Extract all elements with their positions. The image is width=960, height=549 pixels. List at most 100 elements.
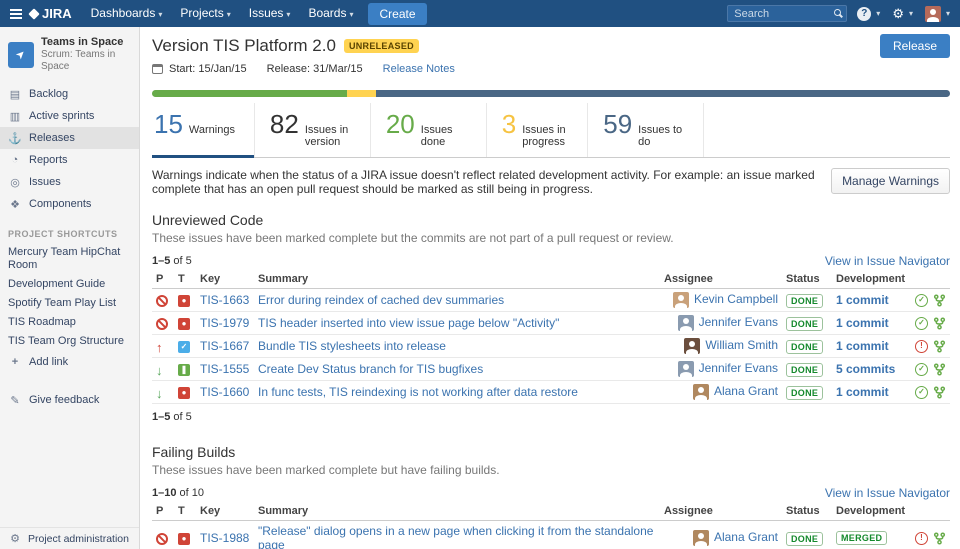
dev-commits-link[interactable]: 1 commit: [836, 339, 889, 353]
table-row[interactable]: TIS-1988 "Release" dialog opens in a new…: [152, 521, 950, 549]
create-button[interactable]: Create: [368, 3, 426, 25]
issues-done-label: Issues done: [421, 124, 471, 148]
assignee-avatar: [693, 530, 709, 546]
menu-projects[interactable]: Projects▾: [171, 0, 239, 28]
menu-boards[interactable]: Boards▾: [299, 0, 362, 28]
dev-commits-link[interactable]: 1 commit: [836, 385, 889, 399]
issue-summary-link[interactable]: Bundle TIS stylesheets into release: [258, 339, 446, 353]
column-header-assignee: Assignee: [660, 502, 782, 521]
table-row[interactable]: TIS-1663 Error during reindex of cached …: [152, 289, 950, 312]
assignee-link[interactable]: Jennifer Evans: [699, 361, 778, 375]
issue-summary-link[interactable]: TIS header inserted into view issue page…: [258, 316, 559, 330]
shortcut-development-guide[interactable]: Development Guide: [0, 275, 139, 294]
assignee-link[interactable]: Alana Grant: [714, 530, 778, 544]
release-notes-link[interactable]: Release Notes: [383, 63, 455, 75]
menu-issues[interactable]: Issues▾: [240, 0, 300, 28]
issue-key-link[interactable]: TIS-1555: [200, 362, 249, 376]
dev-commits-link[interactable]: 1 commit: [836, 293, 889, 307]
issue-summary-link[interactable]: In func tests, TIS reindexing is not wor…: [258, 385, 578, 399]
shortcut-hipchat-room[interactable]: Mercury Team HipChat Room: [0, 243, 139, 275]
chevron-down-icon: ▾: [158, 10, 162, 19]
branch-icon: [933, 317, 946, 330]
project-administration-button[interactable]: Project administration: [0, 527, 139, 549]
failing-builds-table: P T Key Summary Assignee Status Developm…: [152, 502, 950, 549]
shortcut-tis-org-structure[interactable]: TIS Team Org Structure: [0, 332, 139, 351]
column-header-summary: Summary: [254, 502, 660, 521]
priority-minor-icon: [156, 387, 168, 399]
release-button[interactable]: Release: [880, 34, 950, 58]
tab-issues-in-progress[interactable]: 3 Issues in progress: [487, 103, 588, 157]
add-link-button[interactable]: Add link: [0, 351, 139, 373]
top-navbar: JIRA Dashboards▾ Projects▾ Issues▾ Board…: [0, 0, 960, 27]
view-in-issue-navigator-link[interactable]: View in Issue Navigator: [825, 254, 950, 268]
priority-blocker-icon: [156, 533, 168, 545]
sidebar-item-issues[interactable]: Issues: [0, 171, 139, 193]
table-row[interactable]: TIS-1555 Create Dev Status branch for TI…: [152, 358, 950, 381]
assignee-link[interactable]: Alana Grant: [714, 384, 778, 398]
issue-key-link[interactable]: TIS-1660: [200, 385, 249, 399]
rocket-icon: [16, 48, 25, 61]
section-title-failing-builds: Failing Builds: [152, 444, 950, 461]
issue-key-link[interactable]: TIS-1663: [200, 293, 249, 307]
plus-icon: [8, 356, 22, 368]
assignee-avatar: [684, 338, 700, 354]
section-title-unreviewed-code: Unreviewed Code: [152, 212, 950, 229]
status-lozenge: DONE: [786, 317, 823, 331]
tab-issues-in-version[interactable]: 82 Issues in version: [255, 103, 371, 157]
status-lozenge: DONE: [786, 363, 823, 377]
search-input[interactable]: [727, 5, 847, 22]
dev-commits-link[interactable]: 5 commits: [836, 362, 895, 376]
column-header-priority: P: [152, 502, 174, 521]
assignee-link[interactable]: Jennifer Evans: [699, 315, 778, 329]
issue-summary-link[interactable]: "Release" dialog opens in a new page whe…: [258, 524, 653, 549]
jira-logo[interactable]: JIRA: [30, 6, 72, 21]
settings-menu[interactable]: ⚙ ▾: [890, 7, 915, 21]
dev-commits-link[interactable]: 1 commit: [836, 316, 889, 330]
shortcut-tis-roadmap[interactable]: TIS Roadmap: [0, 313, 139, 332]
table-row[interactable]: TIS-1979 TIS header inserted into view i…: [152, 312, 950, 335]
project-name: Teams in Space: [41, 36, 131, 49]
hamburger-menu-icon[interactable]: [10, 9, 22, 19]
column-header-development: Development: [832, 502, 950, 521]
project-sidebar: Teams in Space Scrum: Teams in Space Bac…: [0, 27, 140, 549]
sidebar-item-label: Backlog: [29, 88, 68, 100]
assignee-avatar: [693, 384, 709, 400]
sidebar-item-releases[interactable]: Releases: [0, 127, 139, 149]
column-header-assignee: Assignee: [660, 270, 782, 289]
issue-summary-link[interactable]: Error during reindex of cached dev summa…: [258, 293, 504, 307]
sidebar-item-active-sprints[interactable]: Active sprints: [0, 105, 139, 127]
give-feedback-button[interactable]: Give feedback: [0, 389, 139, 411]
branch-icon: [933, 340, 946, 353]
issues-in-version-label: Issues in version: [305, 124, 355, 148]
unreleased-badge: UNRELEASED: [344, 39, 419, 53]
review-status-icon: [915, 340, 928, 353]
tab-issues-to-do[interactable]: 59 Issues to do: [588, 103, 704, 157]
issue-type-bug-icon: [178, 295, 190, 307]
project-header[interactable]: Teams in Space Scrum: Teams in Space: [0, 27, 139, 83]
issues-icon: [8, 176, 22, 189]
issue-key-link[interactable]: TIS-1979: [200, 316, 249, 330]
sidebar-item-reports[interactable]: Reports: [0, 149, 139, 171]
table-row[interactable]: TIS-1667 Bundle TIS stylesheets into rel…: [152, 335, 950, 358]
review-status-icon: [915, 317, 928, 330]
shortcut-spotify-play-list[interactable]: Spotify Team Play List: [0, 294, 139, 313]
sidebar-item-components[interactable]: Components: [0, 193, 139, 215]
table-row[interactable]: TIS-1660 In func tests, TIS reindexing i…: [152, 381, 950, 404]
menu-dashboards[interactable]: Dashboards▾: [82, 0, 172, 28]
warnings-description: Warnings indicate when the status of a J…: [152, 168, 831, 196]
chevron-down-icon: ▾: [876, 9, 880, 18]
help-menu[interactable]: ? ▾: [855, 7, 882, 21]
issue-summary-link[interactable]: Create Dev Status branch for TIS bugfixe…: [258, 362, 483, 376]
manage-warnings-button[interactable]: Manage Warnings: [831, 168, 950, 194]
tab-warnings[interactable]: 15 Warnings: [152, 103, 255, 157]
user-menu[interactable]: ▾: [923, 6, 952, 22]
view-in-issue-navigator-link[interactable]: View in Issue Navigator: [825, 486, 950, 500]
column-header-priority: P: [152, 270, 174, 289]
sidebar-item-backlog[interactable]: Backlog: [0, 83, 139, 105]
assignee-link[interactable]: William Smith: [705, 338, 778, 352]
issue-key-link[interactable]: TIS-1988: [200, 531, 249, 545]
tab-issues-done[interactable]: 20 Issues done: [371, 103, 487, 157]
issue-key-link[interactable]: TIS-1667: [200, 339, 249, 353]
status-lozenge: DONE: [786, 532, 823, 546]
assignee-link[interactable]: Kevin Campbell: [694, 292, 778, 306]
